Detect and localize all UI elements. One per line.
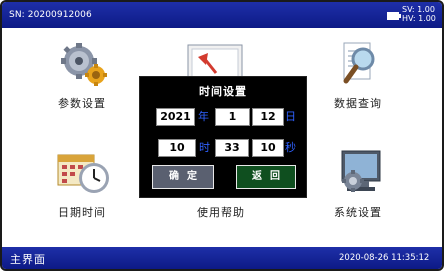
month-field[interactable]: 1 [215,108,250,126]
software-version: SV: 1.00 [402,5,435,14]
current-datetime: 2020-08-26 11:35:12 [339,253,430,263]
calendar-clock-icon [57,154,109,193]
serial-number: SN: 20200912006 [9,10,92,20]
menu-item-data-query[interactable]: 数据查询 [308,41,408,111]
status-bar: SN: 20200912006 SV: 1.00 HV: 1.00 [2,2,442,28]
menu-item-system-settings[interactable]: 系统设置 [308,150,408,220]
confirm-button[interactable]: 确定 [152,165,214,189]
year-unit: 年 [198,110,209,123]
day-unit: 日 [285,110,296,123]
back-button[interactable]: 返回 [236,165,296,189]
menu-label-date-time: 日期时间 [58,206,106,219]
menu-label-parameter-settings: 参数设置 [58,97,106,110]
menu-label-help: 使用帮助 [197,206,245,219]
second-unit: 秒 [285,141,296,154]
time-setting-dialog: 时间设置 2021 年 1 月 12 日 10 时 33 分 10 秒 确定 返… [140,77,306,197]
dialog-title: 时间设置 [199,85,247,98]
bottom-bar: 主界面 2020-08-26 11:35:12 [2,247,442,269]
hour-field[interactable]: 10 [158,139,196,157]
minute-field[interactable]: 33 [215,139,249,157]
version-info: SV: 1.00 HV: 1.00 [402,5,436,23]
menu-item-date-time[interactable]: 日期时间 [32,150,132,220]
gears-icon [61,43,107,86]
battery-icon [387,12,401,20]
page-title: 主界面 [10,253,46,266]
device-screen: SN: 20200912006 SV: 1.00 HV: 1.00 参数设置 数… [0,0,444,271]
menu-label-system-settings: 系统设置 [334,206,382,219]
day-field[interactable]: 12 [252,108,284,126]
computer-gear-icon [341,150,381,192]
magnifier-document-icon [343,42,375,84]
help-book-icon [187,44,243,79]
second-field[interactable]: 10 [252,139,284,157]
hardware-version: HV: 1.00 [402,14,436,23]
menu-item-parameter-settings[interactable]: 参数设置 [32,41,132,111]
menu-label-data-query: 数据查询 [334,97,382,110]
year-field[interactable]: 2021 [156,108,195,126]
hour-unit: 时 [199,141,210,154]
